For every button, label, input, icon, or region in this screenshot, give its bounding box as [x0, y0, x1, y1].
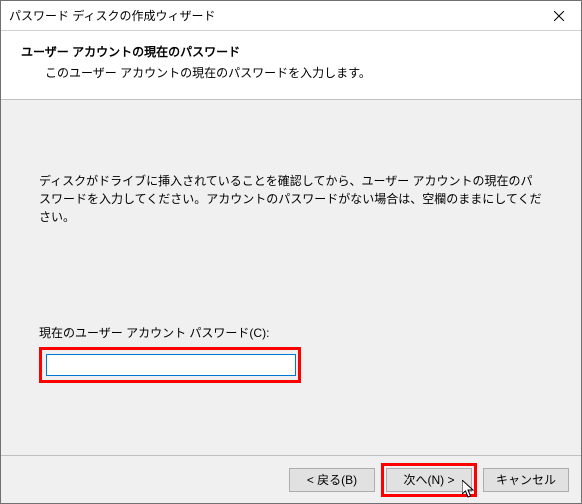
password-input[interactable]	[46, 354, 296, 376]
password-label: 現在のユーザー アカウント パスワード(C):	[39, 324, 543, 341]
wizard-body: ディスクがドライブに挿入されていることを確認してから、ユーザー アカウントの現在…	[1, 100, 581, 455]
back-button[interactable]: < 戻る(B)	[289, 468, 375, 492]
password-highlight-box	[39, 347, 301, 383]
next-highlight-box: 次へ(N) >	[381, 463, 477, 497]
header-title: ユーザー アカウントの現在のパスワード	[21, 43, 561, 60]
wizard-footer: < 戻る(B) 次へ(N) > キャンセル	[1, 455, 581, 503]
close-icon	[554, 11, 564, 21]
instruction-text: ディスクがドライブに挿入されていることを確認してから、ユーザー アカウントの現在…	[39, 172, 543, 226]
close-button[interactable]	[536, 1, 581, 30]
cancel-button[interactable]: キャンセル	[483, 468, 569, 492]
wizard-header: ユーザー アカウントの現在のパスワード このユーザー アカウントの現在のパスワー…	[1, 31, 581, 100]
next-button[interactable]: 次へ(N) >	[386, 468, 472, 492]
header-subtitle: このユーザー アカウントの現在のパスワードを入力します。	[45, 64, 561, 81]
titlebar: パスワード ディスクの作成ウィザード	[1, 1, 581, 31]
wizard-window: パスワード ディスクの作成ウィザード ユーザー アカウントの現在のパスワード こ…	[0, 0, 582, 504]
window-title: パスワード ディスクの作成ウィザード	[9, 7, 216, 24]
